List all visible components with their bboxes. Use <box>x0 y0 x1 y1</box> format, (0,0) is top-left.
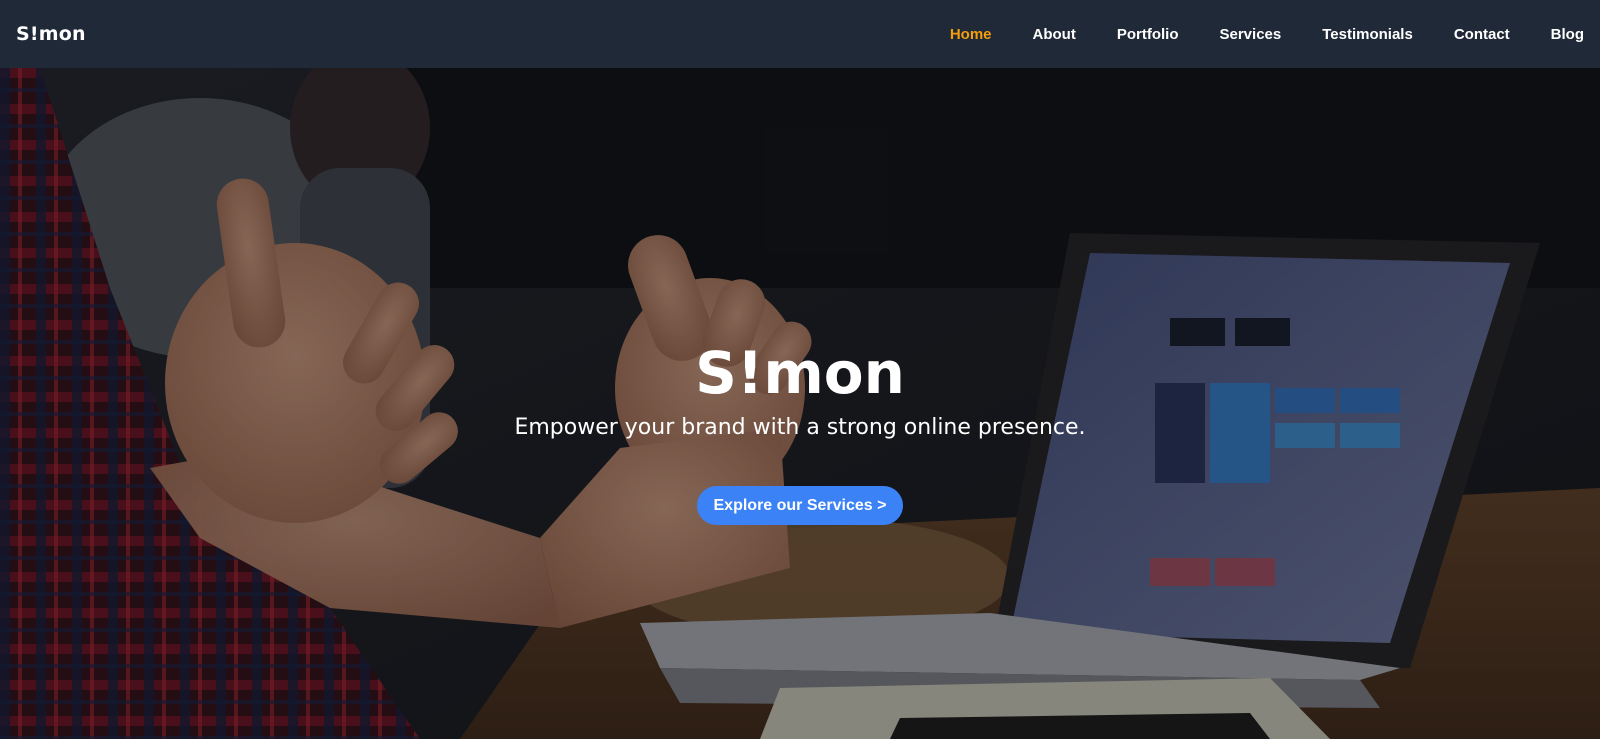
nav-link-services[interactable]: Services <box>1220 26 1282 43</box>
nav-link-testimonials[interactable]: Testimonials <box>1322 26 1413 43</box>
nav-link-blog[interactable]: Blog <box>1551 26 1584 43</box>
nav-link-contact[interactable]: Contact <box>1454 26 1510 43</box>
nav-link-home[interactable]: Home <box>950 26 992 43</box>
nav-links: Home About Portfolio Services Testimonia… <box>909 0 1584 68</box>
navbar: S!mon Home About Portfolio Services Test… <box>0 0 1600 68</box>
hero-title: S!mon <box>695 339 905 407</box>
hero-subtitle: Empower your brand with a strong online … <box>514 415 1086 440</box>
brand-logo[interactable]: S!mon <box>16 23 86 45</box>
hero-section: S!mon Empower your brand with a strong o… <box>0 68 1600 739</box>
nav-link-portfolio[interactable]: Portfolio <box>1117 26 1179 43</box>
hero-content: S!mon Empower your brand with a strong o… <box>0 336 1600 525</box>
nav-link-about[interactable]: About <box>1033 26 1076 43</box>
explore-services-button[interactable]: Explore our Services > <box>696 486 904 525</box>
